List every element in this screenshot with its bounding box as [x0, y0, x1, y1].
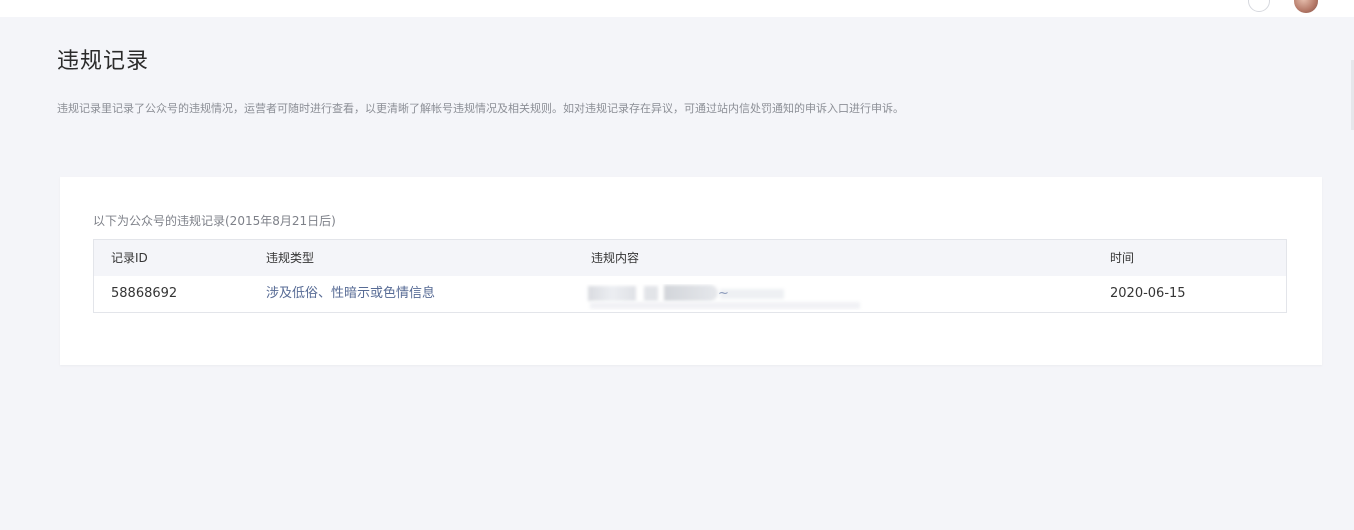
page-description: 违规记录里记录了公众号的违规情况，运营者可随时进行查看，以更清晰了解帐号违规情况…	[57, 102, 904, 115]
top-bar	[0, 0, 1354, 17]
record-id: 58868692	[111, 286, 178, 301]
redaction-block	[644, 286, 658, 301]
table-row: 58868692 涉及低俗、性暗示或色情信息 ~ 2020-06-15	[94, 276, 1286, 312]
column-header-type: 违规类型	[266, 251, 315, 265]
records-caption: 以下为公众号的违规记录(2015年8月21日后)	[93, 214, 336, 228]
column-header-content: 违规内容	[591, 251, 640, 265]
redacted-violation-content: ~	[582, 284, 868, 310]
records-table: 记录ID 违规类型 违规内容 时间 58868692 涉及低俗、性暗示或色情信息…	[93, 239, 1287, 313]
records-card: 以下为公众号的违规记录(2015年8月21日后) 记录ID 违规类型 违规内容 …	[60, 177, 1322, 365]
redaction-block	[588, 286, 636, 301]
violation-type-link[interactable]: 涉及低俗、性暗示或色情信息	[266, 276, 435, 312]
violation-content-tail: ~	[718, 286, 729, 301]
page-title: 违规记录	[57, 49, 150, 74]
column-header-time: 时间	[1110, 251, 1135, 265]
redaction-block	[664, 285, 718, 301]
redaction-block	[720, 289, 784, 299]
record-time: 2020-06-15	[1110, 286, 1186, 301]
help-icon[interactable]	[1248, 0, 1270, 12]
table-header: 记录ID 违规类型 违规内容 时间	[94, 240, 1286, 276]
column-header-id: 记录ID	[111, 251, 148, 265]
user-avatar[interactable]	[1294, 0, 1318, 13]
